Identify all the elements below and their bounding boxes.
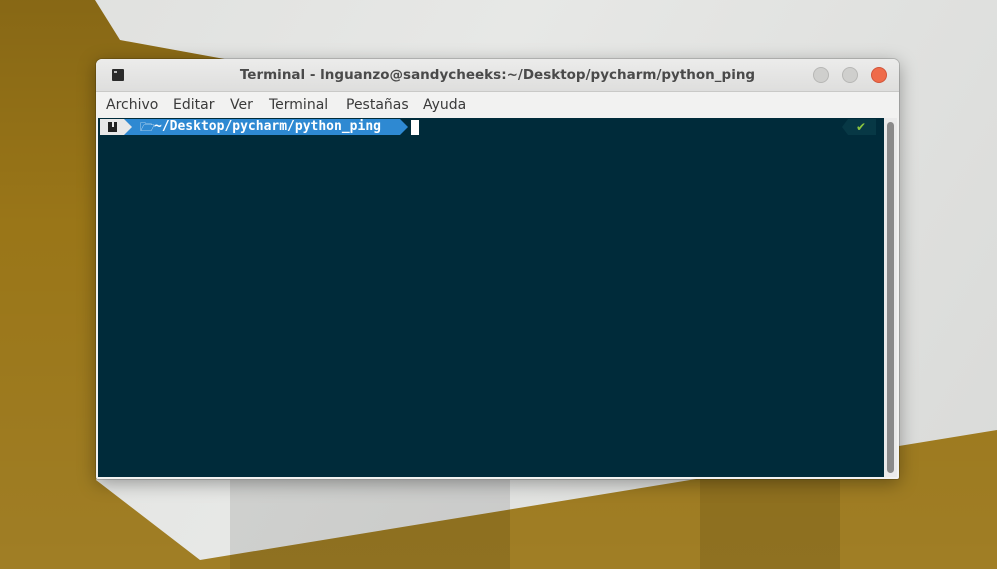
window-title: Terminal - lnguanzo@sandycheeks:~/Deskto… — [239, 67, 756, 83]
text-cursor — [411, 120, 419, 135]
menu-archivo[interactable]: Archivo — [106, 92, 158, 118]
prompt-end-arrow — [400, 119, 408, 135]
prompt-status: ✔ — [842, 119, 876, 135]
scrollbar-thumb[interactable] — [887, 122, 894, 473]
menu-bar: Archivo Editar Ver Terminal Pestañas Ayu… — [96, 92, 899, 118]
manjaro-logo-icon — [108, 122, 117, 132]
wallpaper-fold — [230, 480, 510, 569]
check-icon: ✔ — [856, 120, 867, 134]
maximize-button[interactable] — [842, 67, 858, 83]
prompt-separator-arrow — [124, 119, 132, 135]
menu-ver[interactable]: Ver — [230, 92, 253, 118]
title-bar[interactable]: Terminal - lnguanzo@sandycheeks:~/Deskto… — [96, 59, 899, 92]
terminal-area[interactable]: 🗁 ~/Desktop/pycharm/python_ping ✔ — [98, 118, 884, 477]
close-button[interactable] — [871, 67, 887, 83]
terminal-window: Terminal - lnguanzo@sandycheeks:~/Deskto… — [96, 59, 899, 479]
menu-terminal[interactable]: Terminal — [269, 92, 328, 118]
scrollbar[interactable] — [884, 118, 897, 477]
folder-open-icon: 🗁 — [140, 120, 155, 134]
menu-editar[interactable]: Editar — [173, 92, 214, 118]
wallpaper-fold — [700, 470, 840, 569]
prompt-path: ~/Desktop/pycharm/python_ping — [154, 119, 381, 134]
prompt-host-segment — [100, 119, 124, 135]
menu-ayuda[interactable]: Ayuda — [423, 92, 466, 118]
menu-pestanas[interactable]: Pestañas — [346, 92, 409, 118]
minimize-button[interactable] — [813, 67, 829, 83]
